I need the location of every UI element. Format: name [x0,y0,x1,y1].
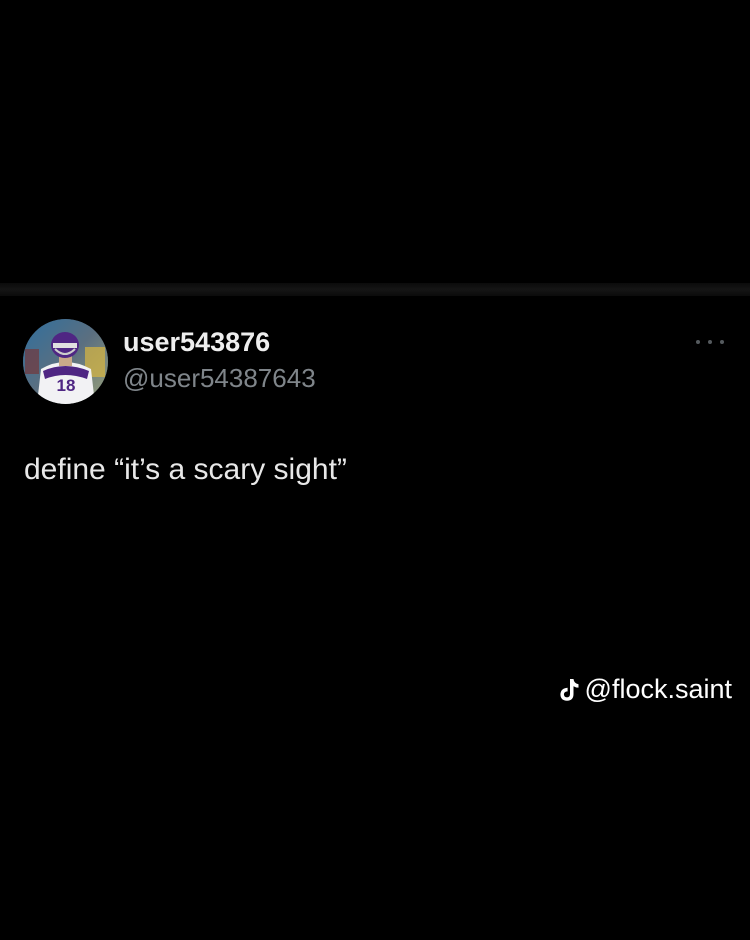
section-divider [0,283,750,296]
tiktok-icon [559,678,579,701]
more-dot [720,340,724,344]
more-options-icon[interactable] [694,334,726,350]
watermark-handle: @flock.saint [584,674,732,704]
user-handle[interactable]: @user54387643 [123,363,316,394]
display-name[interactable]: user543876 [123,327,270,358]
tiktok-watermark: @flock.saint [557,674,732,705]
avatar-image: 18 [23,319,108,404]
avatar-jersey-number: 18 [57,376,76,395]
more-dot [708,340,712,344]
avatar[interactable]: 18 [23,319,108,404]
tweet-card[interactable]: 18 user543876 @user54387643 define “it’s… [0,296,750,556]
more-dot [696,340,700,344]
tweet-text: define “it’s a scary sight” [24,453,347,486]
